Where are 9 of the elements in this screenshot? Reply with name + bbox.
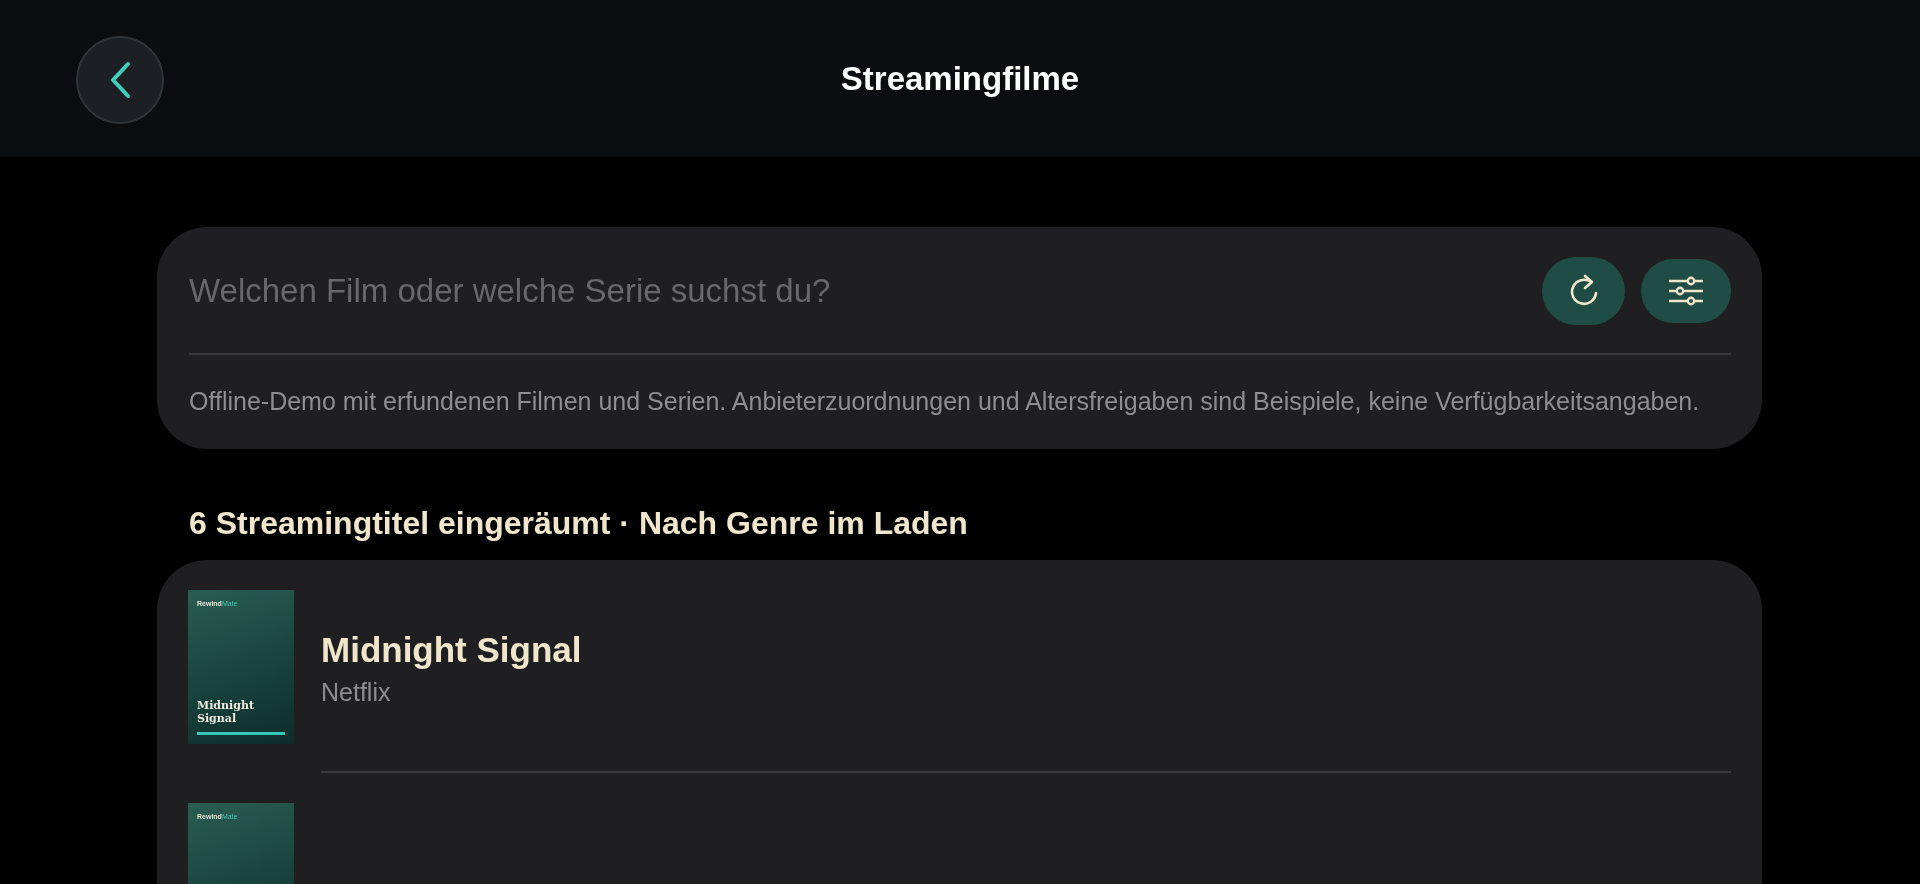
sliders-icon bbox=[1668, 276, 1704, 306]
back-icon bbox=[109, 60, 131, 99]
search-field[interactable]: Welchen Film oder welche Serie suchst du? bbox=[189, 261, 1526, 321]
page-title: Streamingfilme bbox=[840, 59, 1080, 98]
provider-name: Netflix bbox=[321, 678, 392, 707]
section-heading: 6 Streamingtitel eingeräumt · Nach Genre im Laden bbox=[189, 505, 969, 542]
poster-title: Midnight Signal bbox=[197, 699, 255, 725]
title-name: Midnight Signal bbox=[321, 630, 583, 670]
demo-note: Offline-Demo mit erfundenen Filmen und Serien. Anbieterzuordnungen und Altersfreigaben sind Beispiele, keine Verfügbarkeitsangaben. bbox=[189, 386, 1701, 417]
